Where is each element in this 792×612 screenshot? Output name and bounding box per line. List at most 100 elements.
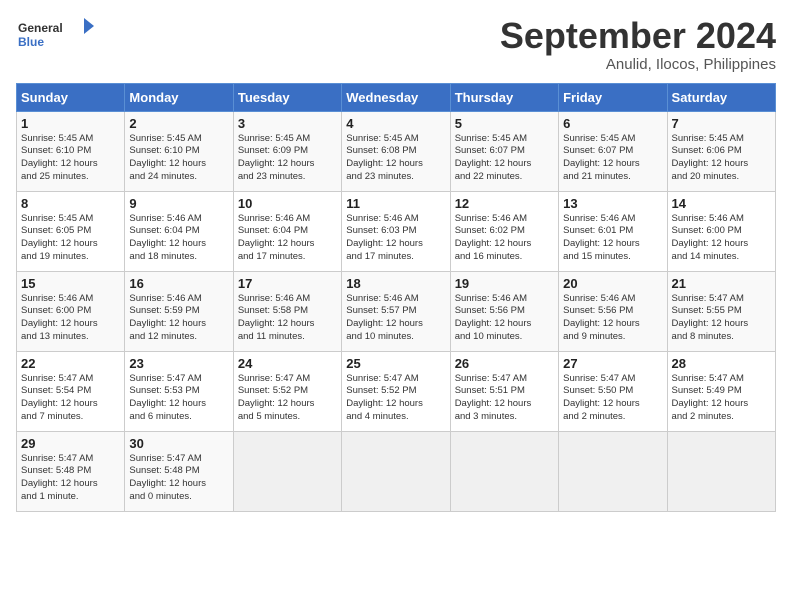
day-number: 26	[455, 356, 554, 371]
cell-details: Sunrise: 5:45 AMSunset: 6:07 PMDaylight:…	[563, 133, 662, 184]
cell-details: Sunrise: 5:47 AMSunset: 5:52 PMDaylight:…	[238, 373, 337, 424]
cell-details: Sunrise: 5:45 AMSunset: 6:06 PMDaylight:…	[672, 133, 771, 184]
col-saturday: Saturday	[667, 83, 775, 111]
day-number: 12	[455, 196, 554, 211]
table-row	[450, 431, 558, 511]
table-row: 29Sunrise: 5:47 AMSunset: 5:48 PMDayligh…	[17, 431, 125, 511]
cell-details: Sunrise: 5:46 AMSunset: 6:04 PMDaylight:…	[129, 213, 228, 264]
col-friday: Friday	[559, 83, 667, 111]
table-row: 20Sunrise: 5:46 AMSunset: 5:56 PMDayligh…	[559, 271, 667, 351]
day-number: 19	[455, 276, 554, 291]
cell-details: Sunrise: 5:45 AMSunset: 6:10 PMDaylight:…	[21, 133, 120, 184]
cell-details: Sunrise: 5:46 AMSunset: 5:59 PMDaylight:…	[129, 293, 228, 344]
col-tuesday: Tuesday	[233, 83, 341, 111]
svg-text:Blue: Blue	[18, 35, 44, 48]
table-row: 21Sunrise: 5:47 AMSunset: 5:55 PMDayligh…	[667, 271, 775, 351]
calendar-week-row: 8 Sunrise: 5:45 AMSunset: 6:05 PMDaylight…	[17, 191, 776, 271]
table-row: 19 Sunrise: 5:46 AMSunset: 5:56 PMDayligh…	[450, 271, 558, 351]
month-year: September 2024	[500, 16, 776, 56]
table-row: 14 Sunrise: 5:46 AMSunset: 6:00 PMDayligh…	[667, 191, 775, 271]
day-number: 21	[672, 276, 771, 291]
cell-details: Sunrise: 5:46 AMSunset: 6:01 PMDaylight:…	[563, 213, 662, 264]
cell-details: Sunrise: 5:47 AMSunset: 5:48 PMDaylight:…	[129, 453, 228, 504]
cell-details: Sunrise: 5:45 AMSunset: 6:05 PMDaylight:…	[21, 213, 120, 264]
day-number: 8	[21, 196, 120, 211]
day-number: 5	[455, 116, 554, 131]
day-number: 6	[563, 116, 662, 131]
day-number: 17	[238, 276, 337, 291]
day-number: 11	[346, 196, 445, 211]
day-number: 4	[346, 116, 445, 131]
table-row: 13 Sunrise: 5:46 AMSunset: 6:01 PMDayligh…	[559, 191, 667, 271]
table-row	[667, 431, 775, 511]
table-row: 25 Sunrise: 5:47 AMSunset: 5:52 PMDayligh…	[342, 351, 450, 431]
cell-details: Sunrise: 5:47 AMSunset: 5:52 PMDaylight:…	[346, 373, 445, 424]
cell-details: Sunrise: 5:47 AMSunset: 5:54 PMDaylight:…	[21, 373, 120, 424]
cell-details: Sunrise: 5:47 AMSunset: 5:50 PMDaylight:…	[563, 373, 662, 424]
day-number: 25	[346, 356, 445, 371]
col-monday: Monday	[125, 83, 233, 111]
table-row: 15Sunrise: 5:46 AMSunset: 6:00 PMDayligh…	[17, 271, 125, 351]
cell-details: Sunrise: 5:46 AMSunset: 5:56 PMDaylight:…	[563, 293, 662, 344]
cell-details: Sunrise: 5:46 AMSunset: 6:02 PMDaylight:…	[455, 213, 554, 264]
day-number: 13	[563, 196, 662, 211]
cell-details: Sunrise: 5:47 AMSunset: 5:51 PMDaylight:…	[455, 373, 554, 424]
cell-details: Sunrise: 5:45 AMSunset: 6:08 PMDaylight:…	[346, 133, 445, 184]
table-row: 4 Sunrise: 5:45 AMSunset: 6:08 PMDaylight…	[342, 111, 450, 191]
table-row: 28 Sunrise: 5:47 AMSunset: 5:49 PMDayligh…	[667, 351, 775, 431]
cell-details: Sunrise: 5:46 AMSunset: 6:00 PMDaylight:…	[21, 293, 120, 344]
cell-details: Sunrise: 5:45 AMSunset: 6:09 PMDaylight:…	[238, 133, 337, 184]
day-number: 2	[129, 116, 228, 131]
table-row: 30Sunrise: 5:47 AMSunset: 5:48 PMDayligh…	[125, 431, 233, 511]
col-sunday: Sunday	[17, 83, 125, 111]
day-number: 23	[129, 356, 228, 371]
cell-details: Sunrise: 5:46 AMSunset: 5:57 PMDaylight:…	[346, 293, 445, 344]
cell-details: Sunrise: 5:46 AMSunset: 6:03 PMDaylight:…	[346, 213, 445, 264]
calendar-header: Sunday Monday Tuesday Wednesday Thursday…	[17, 83, 776, 111]
table-row: 5 Sunrise: 5:45 AMSunset: 6:07 PMDaylight…	[450, 111, 558, 191]
table-row: 11 Sunrise: 5:46 AMSunset: 6:03 PMDayligh…	[342, 191, 450, 271]
day-number: 14	[672, 196, 771, 211]
cell-details: Sunrise: 5:46 AMSunset: 6:04 PMDaylight:…	[238, 213, 337, 264]
cell-details: Sunrise: 5:47 AMSunset: 5:53 PMDaylight:…	[129, 373, 228, 424]
table-row: 7Sunrise: 5:45 AMSunset: 6:06 PMDaylight…	[667, 111, 775, 191]
calendar-week-row: 22 Sunrise: 5:47 AMSunset: 5:54 PMDayligh…	[17, 351, 776, 431]
table-row	[233, 431, 341, 511]
location: Anulid, Ilocos, Philippines	[500, 56, 776, 73]
cell-details: Sunrise: 5:45 AMSunset: 6:07 PMDaylight:…	[455, 133, 554, 184]
table-row: 12 Sunrise: 5:46 AMSunset: 6:02 PMDayligh…	[450, 191, 558, 271]
table-row: 22 Sunrise: 5:47 AMSunset: 5:54 PMDayligh…	[17, 351, 125, 431]
table-row: 1Sunrise: 5:45 AMSunset: 6:10 PMDaylight…	[17, 111, 125, 191]
col-thursday: Thursday	[450, 83, 558, 111]
table-row: 8 Sunrise: 5:45 AMSunset: 6:05 PMDaylight…	[17, 191, 125, 271]
cell-details: Sunrise: 5:46 AMSunset: 5:56 PMDaylight:…	[455, 293, 554, 344]
table-row: 17 Sunrise: 5:46 AMSunset: 5:58 PMDayligh…	[233, 271, 341, 351]
title-block: September 2024 Anulid, Ilocos, Philippin…	[500, 16, 776, 73]
calendar-week-row: 15Sunrise: 5:46 AMSunset: 6:00 PMDayligh…	[17, 271, 776, 351]
calendar-week-row: 29 Sunrise: 5:47 AMSunset: 5:48 PMDayligh…	[17, 431, 776, 511]
calendar-table: Sunday Monday Tuesday Wednesday Thursday…	[16, 83, 776, 512]
table-row: 6 Sunrise: 5:45 AMSunset: 6:07 PMDaylight…	[559, 111, 667, 191]
page-header: General Blue General Blue September 2024…	[16, 16, 776, 73]
table-row: 27Sunrise: 5:47 AMSunset: 5:50 PMDayligh…	[559, 351, 667, 431]
table-row: 26 Sunrise: 5:47 AMSunset: 5:51 PMDayligh…	[450, 351, 558, 431]
day-number: 10	[238, 196, 337, 211]
cell-details: Sunrise: 5:46 AMSunset: 6:00 PMDaylight:…	[672, 213, 771, 264]
day-number: 28	[672, 356, 771, 371]
cell-details: Sunrise: 5:47 AMSunset: 5:49 PMDaylight:…	[672, 373, 771, 424]
day-number: 9	[129, 196, 228, 211]
day-number: 16	[129, 276, 228, 291]
table-row: 10 Sunrise: 5:46 AMSunset: 6:04 PMDayligh…	[233, 191, 341, 271]
logo: General Blue General Blue	[16, 16, 96, 48]
table-row	[342, 431, 450, 511]
calendar-body: 1Sunrise: 5:45 AMSunset: 6:10 PMDaylight…	[17, 111, 776, 511]
day-number: 22	[21, 356, 120, 371]
table-row: 23 Sunrise: 5:47 AMSunset: 5:53 PMDayligh…	[125, 351, 233, 431]
day-number: 24	[238, 356, 337, 371]
cell-details: Sunrise: 5:45 AMSunset: 6:10 PMDaylight:…	[129, 133, 228, 184]
table-row: 2 Sunrise: 5:45 AMSunset: 6:10 PMDaylight…	[125, 111, 233, 191]
table-row	[559, 431, 667, 511]
day-number: 29	[21, 436, 120, 451]
cell-details: Sunrise: 5:46 AMSunset: 5:58 PMDaylight:…	[238, 293, 337, 344]
logo-icon: General Blue	[16, 16, 96, 48]
